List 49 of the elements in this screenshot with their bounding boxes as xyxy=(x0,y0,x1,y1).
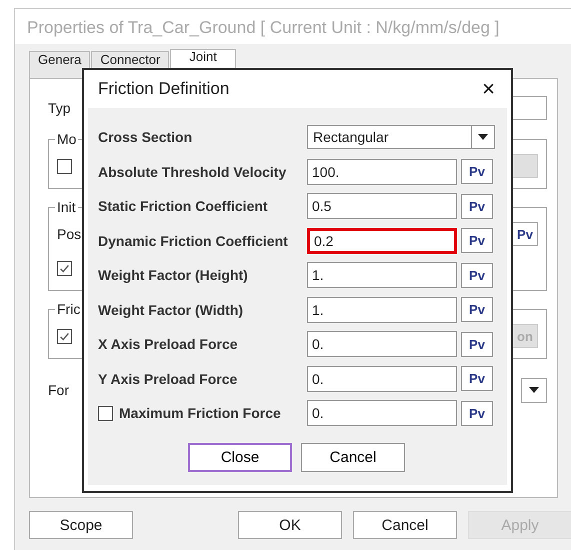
checkbox[interactable] xyxy=(57,158,72,174)
dialog-button[interactable]: Scope xyxy=(29,511,133,539)
checkbox[interactable] xyxy=(57,328,72,344)
pv-button[interactable]: Pv xyxy=(461,194,493,219)
field-label: Dynamic Friction Coefficient xyxy=(98,232,289,249)
group-title: Mo xyxy=(55,131,78,147)
input-field[interactable]: 0.2 xyxy=(307,228,457,254)
input-field[interactable]: 1. xyxy=(307,262,457,288)
field-label: Y Axis Preload Force xyxy=(98,370,238,387)
pv-button[interactable]: Pv xyxy=(461,366,493,392)
dropdown[interactable] xyxy=(521,378,547,402)
tab[interactable]: Genera xyxy=(29,51,90,78)
input-field[interactable]: 0. xyxy=(307,331,457,358)
checkbox[interactable] xyxy=(57,260,72,276)
pv-button[interactable]: Pv xyxy=(461,400,493,426)
field-label: Static Friction Coefficient xyxy=(98,198,269,214)
input-field[interactable]: 0. xyxy=(307,366,457,392)
force-label: For xyxy=(48,382,69,398)
close-button[interactable]: × xyxy=(482,76,495,102)
window-title: Properties of Tra_Car_Ground [ Current Unit : N/kg/mm/s/deg ] xyxy=(26,17,500,39)
group-title: Init xyxy=(55,199,78,215)
dropdown-caret-icon xyxy=(478,134,488,140)
input-field[interactable]: 0. xyxy=(307,400,457,426)
dialog-button[interactable]: Cancel xyxy=(353,511,457,539)
dropdown-caret-icon xyxy=(529,387,539,393)
field-label: X Axis Preload Force xyxy=(98,336,239,352)
pv-button[interactable]: Pv xyxy=(461,297,493,322)
dialog-button[interactable]: Cancel xyxy=(301,442,405,472)
input-field[interactable]: 0.5 xyxy=(307,193,457,220)
side-button[interactable]: Pv xyxy=(512,222,538,246)
cross-section-dropdown[interactable]: Rectangular xyxy=(307,125,495,150)
field-label: Weight Factor (Height) xyxy=(98,267,249,284)
field-label: Weight Factor (Width) xyxy=(98,302,244,318)
type-label: Typ xyxy=(48,100,71,116)
checkbox[interactable] xyxy=(98,406,113,421)
input-field[interactable]: 100. xyxy=(307,158,457,185)
group-title: Fric xyxy=(55,301,82,317)
input-field[interactable]: 1. xyxy=(307,296,457,323)
field-label: Cross Section xyxy=(98,129,194,146)
dialog-button[interactable]: Close xyxy=(188,442,292,472)
dialog-button[interactable]: OK xyxy=(238,511,342,539)
field-label: Absolute Threshold Velocity xyxy=(98,164,288,180)
pv-button[interactable]: Pv xyxy=(461,159,493,184)
pv-button[interactable]: Pv xyxy=(461,332,493,357)
dialog-title: Friction Definition xyxy=(98,79,230,99)
pv-button[interactable]: Pv xyxy=(461,262,493,288)
field-label: Maximum Friction Force xyxy=(119,405,281,422)
pv-button[interactable]: Pv xyxy=(461,228,493,254)
field-label: Pos xyxy=(57,226,82,242)
